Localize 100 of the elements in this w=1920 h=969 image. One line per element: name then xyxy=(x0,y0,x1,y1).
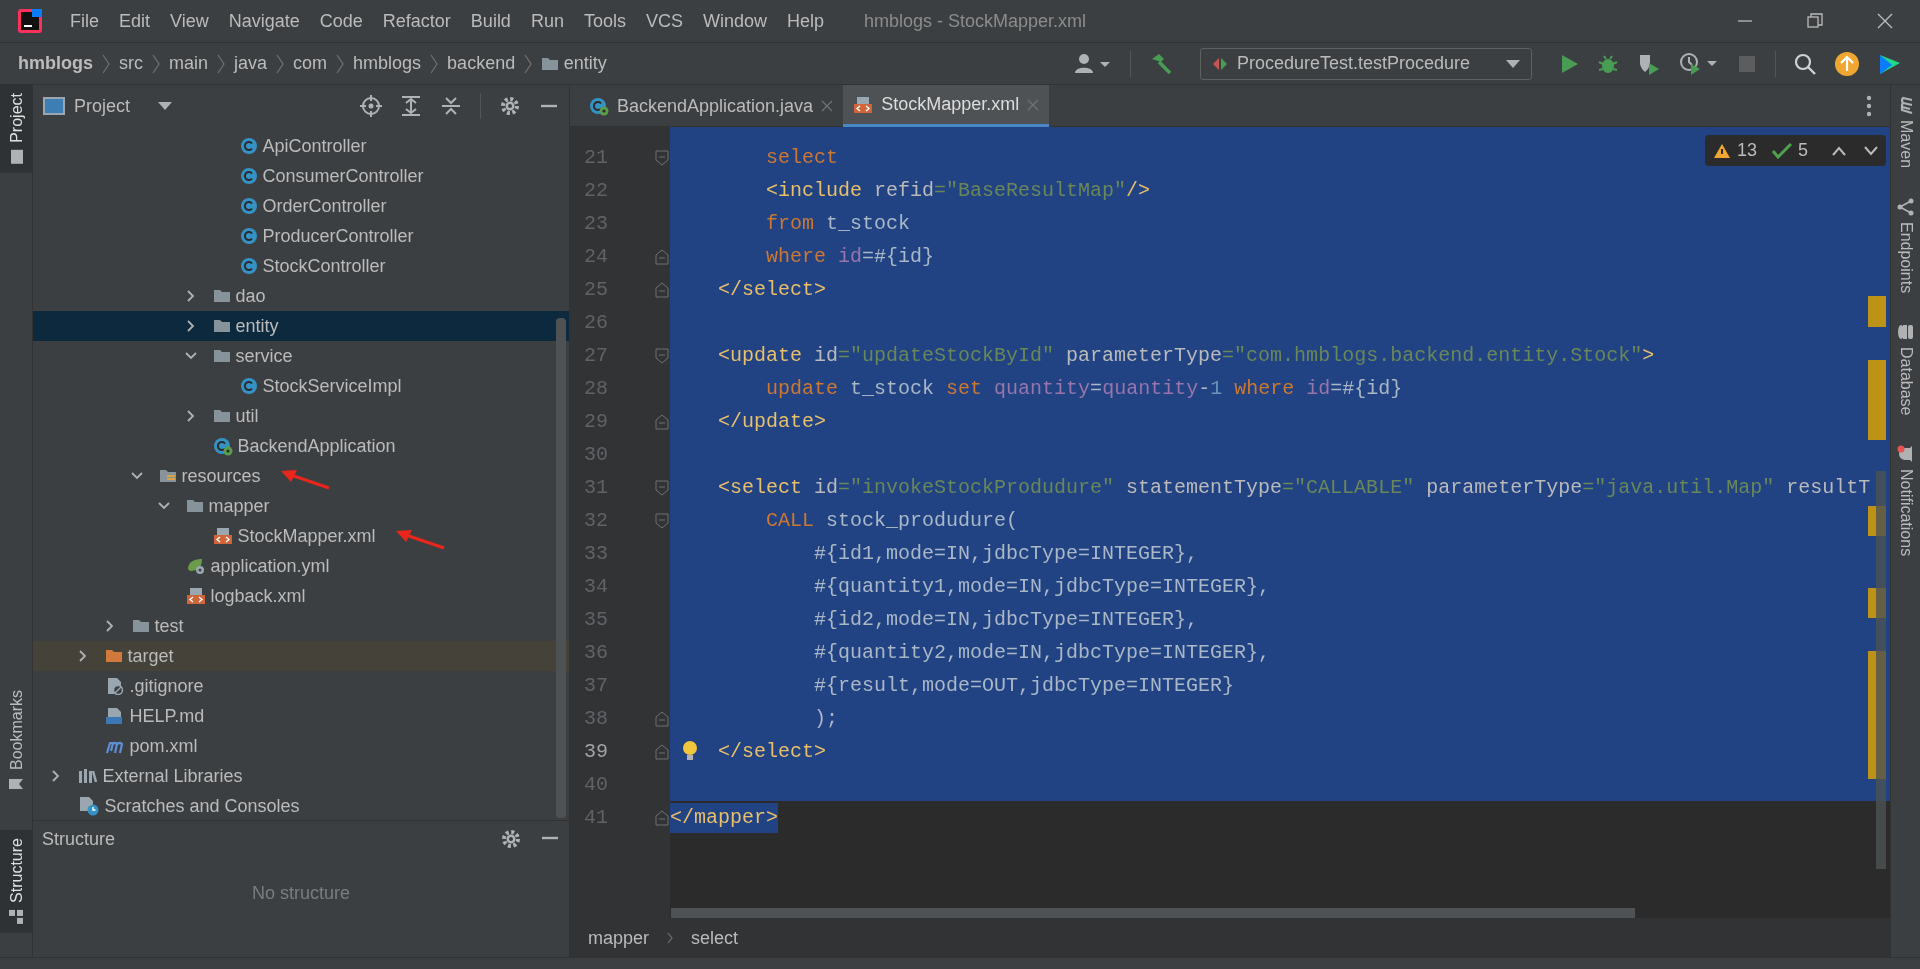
caret-icon[interactable] xyxy=(157,100,174,112)
user-icon[interactable] xyxy=(1073,52,1112,75)
menu-item[interactable]: Edit xyxy=(109,7,161,35)
menu-item[interactable]: Navigate xyxy=(218,7,310,35)
collapse-all-icon[interactable] xyxy=(440,95,462,117)
expand-all-icon[interactable] xyxy=(400,95,422,117)
fold-marker-icon[interactable] xyxy=(655,480,669,496)
tree-item[interactable]: .gitignore xyxy=(33,671,569,701)
menu-item[interactable]: View xyxy=(160,7,219,35)
profiler-icon[interactable] xyxy=(1679,51,1719,76)
menu-item[interactable]: Code xyxy=(309,7,373,35)
tree-item-label: application.yml xyxy=(210,554,330,578)
tool-window-tab[interactable]: Maven xyxy=(1893,89,1918,174)
tree-item[interactable]: service xyxy=(33,341,569,371)
tree-item[interactable]: StockServiceImpl xyxy=(33,371,569,401)
tree-item[interactable]: BackendApplication xyxy=(33,431,569,461)
settings-icon[interactable] xyxy=(499,95,521,117)
breadcrumb-item[interactable]: java xyxy=(234,50,268,77)
menu-item[interactable]: Run xyxy=(520,7,574,35)
tree-item[interactable]: External Libraries xyxy=(33,761,569,791)
tree-item[interactable]: resources xyxy=(33,461,569,491)
fold-marker-icon[interactable] xyxy=(655,744,669,760)
chevron-icon xyxy=(667,932,674,944)
tool-window-tab[interactable]: Project xyxy=(0,85,33,173)
tree-item-label: service xyxy=(235,344,293,368)
close-icon[interactable] xyxy=(1877,13,1893,29)
tree-item[interactable]: mapper xyxy=(33,491,569,521)
tool-window-tab[interactable]: Notifications xyxy=(1893,439,1918,563)
tool-window-tab[interactable]: Structure xyxy=(0,830,33,933)
search-icon[interactable] xyxy=(1794,52,1816,75)
tree-item[interactable]: StockMapper.xml xyxy=(33,521,569,551)
fold-marker-icon[interactable] xyxy=(655,249,669,265)
tree-item[interactable]: util xyxy=(33,401,569,431)
libraries-icon xyxy=(78,767,98,785)
next-icon[interactable] xyxy=(1864,145,1878,156)
fold-marker-icon[interactable] xyxy=(655,348,669,364)
breadcrumb-item[interactable]: mapper xyxy=(588,924,650,952)
tree-item[interactable]: OrderController xyxy=(33,191,569,221)
tool-window-tab[interactable]: Endpoints xyxy=(1893,191,1918,299)
editor-tab[interactable]: StockMapper.xml xyxy=(843,85,1050,127)
menu-item[interactable]: Tools xyxy=(573,7,636,35)
lightbulb-icon[interactable] xyxy=(682,740,698,762)
editor-tab[interactable]: BackendApplication.java xyxy=(579,85,844,127)
breadcrumb-item[interactable]: main xyxy=(169,50,208,77)
chevron-icon xyxy=(217,53,225,74)
tree-item-label: dao xyxy=(235,284,266,308)
tree-item[interactable]: Scratches and Consoles xyxy=(33,791,569,821)
fold-marker-icon[interactable] xyxy=(655,414,669,430)
tree-item[interactable]: pom.xml xyxy=(33,731,569,761)
tree-item[interactable]: application.yml xyxy=(33,551,569,581)
tree-item[interactable]: entity xyxy=(33,311,569,341)
scrollbar-thumb[interactable] xyxy=(671,908,1635,918)
menu-item[interactable]: Build xyxy=(460,7,521,35)
breadcrumb-item[interactable]: backend xyxy=(447,50,516,77)
run-configuration-dropdown[interactable]: ProcedureTest.testProcedure xyxy=(1199,47,1532,80)
scrollbar-thumb[interactable] xyxy=(556,318,566,818)
fold-marker-icon[interactable] xyxy=(655,282,669,298)
update-icon[interactable] xyxy=(1834,50,1860,77)
tree-item[interactable]: HELP.md xyxy=(33,701,569,731)
scrollbar-thumb[interactable] xyxy=(1876,471,1886,869)
locate-icon[interactable] xyxy=(360,95,382,117)
fold-marker-icon[interactable] xyxy=(655,810,669,826)
class-icon xyxy=(240,137,258,155)
fold-marker-icon[interactable] xyxy=(655,513,669,529)
breadcrumb-item[interactable]: com xyxy=(293,50,328,77)
restore-icon[interactable] xyxy=(1807,13,1823,29)
breadcrumb-item[interactable]: entity xyxy=(563,50,607,77)
run-icon[interactable] xyxy=(1559,52,1579,75)
ignore-file-icon xyxy=(105,677,125,695)
panel-title[interactable]: Project xyxy=(74,92,131,120)
inspection-widget[interactable]: 13 5 xyxy=(1704,135,1886,166)
menu-item[interactable]: File xyxy=(60,7,109,35)
tree-item[interactable]: dao xyxy=(33,281,569,311)
fold-marker-icon[interactable] xyxy=(655,711,669,727)
code-line: <select id="invokeStockProdudure" statementType="CALLABLE" parameterType="java.util.Map" resultT xyxy=(718,474,1871,501)
tree-item[interactable]: StockController xyxy=(33,251,569,281)
tree-item[interactable]: test xyxy=(33,611,569,641)
breadcrumb-item[interactable]: select xyxy=(691,924,739,952)
breadcrumb-item[interactable]: hmblogs xyxy=(18,50,93,77)
code-line: where id=#{id} xyxy=(766,243,935,270)
previous-icon[interactable] xyxy=(1832,145,1846,156)
tree-item[interactable]: logback.xml xyxy=(33,581,569,611)
tree-item[interactable]: ProducerController xyxy=(33,221,569,251)
breadcrumb-item[interactable]: hmblogs xyxy=(353,50,422,77)
chevron-icon xyxy=(152,53,160,74)
tool-window-tab[interactable]: Database xyxy=(1893,316,1918,422)
menu-item[interactable]: Help xyxy=(777,7,835,35)
tool-window-tab[interactable]: Bookmarks xyxy=(0,682,33,801)
settings-icon[interactable] xyxy=(500,828,522,850)
tree-item[interactable]: target xyxy=(33,641,569,671)
tree-item[interactable]: ConsumerController xyxy=(33,161,569,191)
breadcrumb-item[interactable]: src xyxy=(119,50,143,77)
menu-item[interactable]: VCS xyxy=(635,7,693,35)
menu-item[interactable]: Refactor xyxy=(372,7,461,35)
tree-item[interactable]: ApiController xyxy=(33,131,569,161)
warning-icon xyxy=(1712,142,1731,159)
more-icon[interactable] xyxy=(1866,94,1872,118)
code-line: </select> xyxy=(718,276,827,303)
menu-item[interactable]: Window xyxy=(692,7,777,35)
fold-marker-icon[interactable] xyxy=(655,150,669,166)
